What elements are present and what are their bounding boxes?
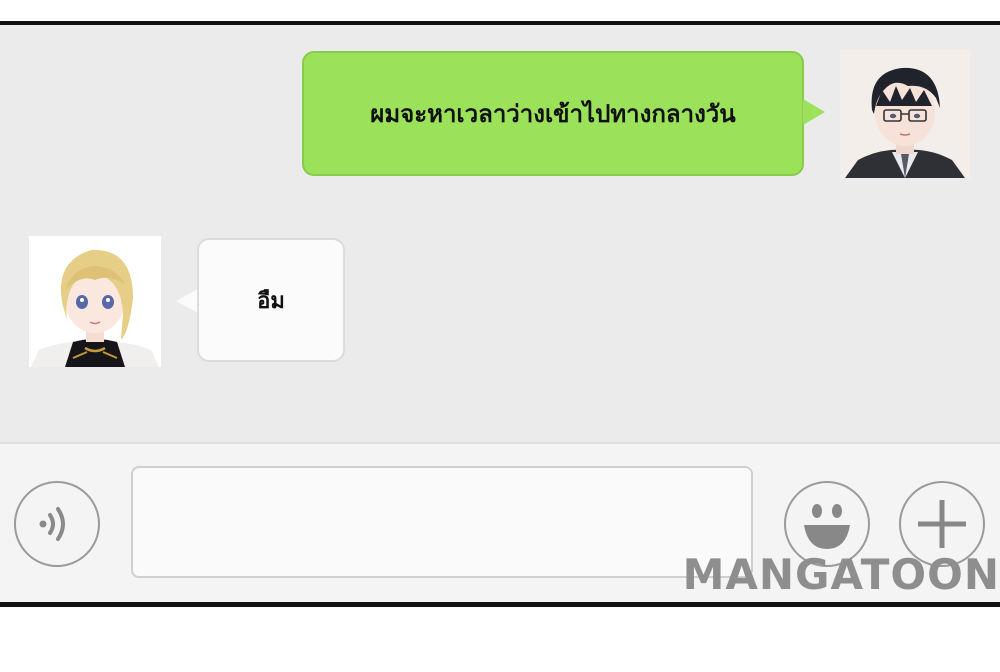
message-area: ผมจะหาเวลาว่างเข้าไปทางกลางวัน อืม [0, 25, 1000, 442]
incoming-message-bubble: อืม [197, 238, 345, 362]
incoming-message-text: อืม [257, 288, 285, 314]
outgoing-bubble-tail [803, 99, 825, 125]
male-avatar-image [840, 50, 970, 178]
outgoing-message-bubble: ผมจะหาเวลาว่างเข้าไปทางกลางวัน [302, 51, 804, 176]
watermark-logo: MANGATOON [682, 550, 1000, 599]
message-input[interactable] [131, 466, 753, 578]
chat-window: ผมจะหาเวลาว่างเข้าไปทางกลางวัน อืม [0, 21, 1000, 607]
avatar-female[interactable] [29, 236, 161, 367]
voice-icon [39, 507, 65, 541]
voice-button[interactable] [14, 481, 100, 567]
avatar-male[interactable] [840, 50, 970, 178]
incoming-bubble-tail [176, 289, 198, 313]
female-avatar-image [29, 236, 161, 367]
outgoing-message-text: ผมจะหาเวลาว่างเข้าไปทางกลางวัน [370, 100, 736, 128]
